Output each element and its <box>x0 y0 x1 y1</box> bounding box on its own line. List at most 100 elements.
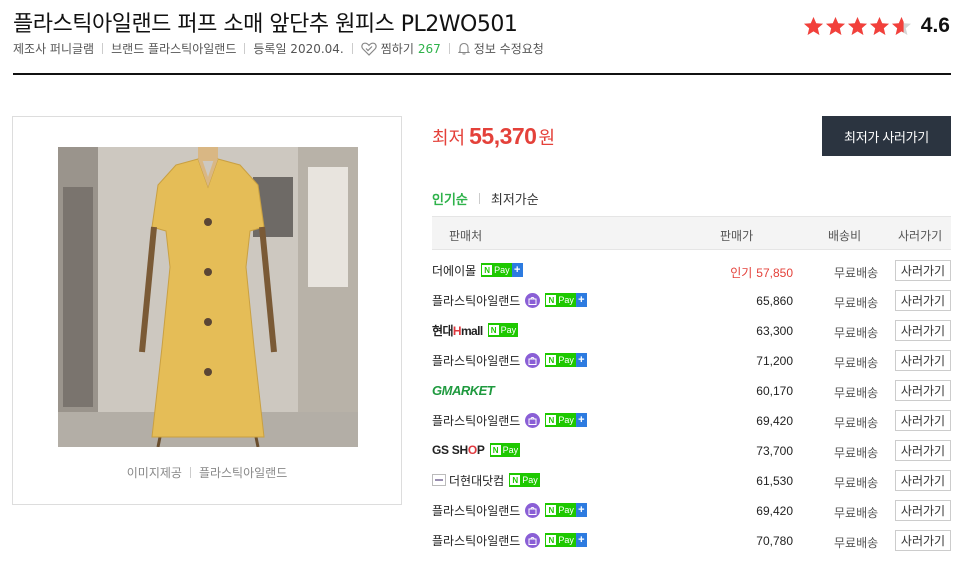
seller-name-link[interactable]: 플라스틱아일랜드 N Pay + <box>432 501 587 519</box>
shopping-bag-icon <box>525 352 541 368</box>
seller-name: 더에이몰 <box>432 263 477 278</box>
seller-name: 플라스틱아일랜드 <box>432 293 521 308</box>
naver-pay-badge: N Pay <box>545 413 576 427</box>
shipping-fee: 무료배송 <box>834 416 879 430</box>
header-buy: 사러가기 <box>898 229 943 243</box>
seller-name-link[interactable]: 더현대닷컴 N Pay <box>432 471 540 489</box>
star-icon <box>847 16 868 37</box>
naver-pay-n-icon: N <box>490 445 501 455</box>
seller-logo-gsshop: GS SHOP <box>432 443 485 457</box>
seller-name-link[interactable]: GS SHOP N Pay <box>432 441 521 459</box>
buy-button[interactable]: 사러가기 <box>895 290 951 311</box>
buy-button[interactable]: 사러가기 <box>895 530 951 551</box>
naver-pay-plus-icon: + <box>575 293 587 307</box>
seller-price[interactable]: 60,170 <box>756 384 793 398</box>
price-value: 61,530 <box>756 474 793 488</box>
thehyundai-logo-icon <box>432 474 446 486</box>
seller-price[interactable]: 63,300 <box>756 324 793 338</box>
image-provider-label: 이미지제공 <box>126 466 182 480</box>
table-row: 플라스틱아일랜드 N Pay +71,200 무료배송 사러가기 <box>432 345 951 375</box>
product-image-panel: 이미지제공 플라스틱아일랜드 <box>12 116 402 505</box>
meta-divider <box>351 43 353 54</box>
bell-icon <box>457 42 470 55</box>
seller-price[interactable]: 61,530 <box>756 474 793 488</box>
seller-name-link[interactable]: 플라스틱아일랜드 N Pay + <box>432 351 587 369</box>
naver-pay-label: Pay <box>558 415 574 425</box>
zzim-label: 찜하기 <box>380 42 414 56</box>
seller-name-link[interactable]: 현대Hmall N Pay <box>432 321 519 339</box>
sort-popular-tab[interactable]: 인기순 <box>432 189 468 208</box>
product-image[interactable] <box>58 147 358 447</box>
header-seller: 판매처 <box>449 229 483 243</box>
shipping-fee: 무료배송 <box>834 446 879 460</box>
seller-name-link[interactable]: 플라스틱아일랜드 N Pay + <box>432 291 587 309</box>
lowest-price: 최저 55,370 원 <box>432 123 555 150</box>
table-row: GMARKET 60,170 무료배송 사러가기 <box>432 375 951 405</box>
naver-pay-label: Pay <box>494 265 510 275</box>
star-icon <box>869 16 890 37</box>
seller-price[interactable]: 인기 57,850 <box>730 264 793 281</box>
image-caption: 이미지제공 플라스틱아일랜드 <box>13 464 401 481</box>
naver-pay-badge: N Pay <box>545 533 576 547</box>
seller-name-link[interactable]: 더에이몰 N Pay + <box>432 261 523 279</box>
price-value: 73,700 <box>756 444 793 458</box>
seller-name: 플라스틱아일랜드 <box>432 413 521 428</box>
shipping-fee: 무료배송 <box>834 536 879 550</box>
naver-pay-badge: N Pay <box>489 443 521 457</box>
buy-button[interactable]: 사러가기 <box>895 440 951 461</box>
report-button[interactable]: 정보 수정요청 <box>457 40 544 57</box>
seller-logo-gmarket: GMARKET <box>432 382 495 398</box>
seller-name-link[interactable]: GMARKET <box>432 381 495 399</box>
seller-name-link[interactable]: 플라스틱아일랜드 N Pay + <box>432 531 587 549</box>
zzim-count: 267 <box>417 41 441 56</box>
naver-pay-label: Pay <box>558 535 574 545</box>
seller-price[interactable]: 70,780 <box>756 534 793 548</box>
seller-price[interactable]: 69,420 <box>756 504 793 518</box>
meta-divider <box>244 43 246 54</box>
seller-price[interactable]: 65,860 <box>756 294 793 308</box>
shopping-bag-icon <box>525 532 541 548</box>
lowest-price-unit: 원 <box>538 128 556 149</box>
buy-button[interactable]: 사러가기 <box>895 380 951 401</box>
naver-pay-label: Pay <box>522 475 538 485</box>
price-value: 70,780 <box>756 534 793 548</box>
shopping-bag-icon <box>525 502 541 518</box>
price-value: 71,200 <box>756 354 793 368</box>
lowest-price-buy-button[interactable]: 최저가 사러가기 <box>822 116 951 156</box>
naver-pay-badge: N Pay <box>509 473 540 487</box>
buy-button[interactable]: 사러가기 <box>895 260 951 281</box>
shopping-bag-icon <box>525 292 541 308</box>
shipping-fee: 무료배송 <box>834 266 879 280</box>
seller-price[interactable]: 73,700 <box>756 444 793 458</box>
table-row: 현대Hmall N Pay 63,300 무료배송 사러가기 <box>432 315 951 345</box>
naver-pay-badge: N Pay <box>545 353 576 367</box>
naver-pay-badge: N Pay <box>487 323 519 337</box>
seller-name: 플라스틱아일랜드 <box>432 353 521 368</box>
zzim-button[interactable]: 찜하기 267 <box>361 40 441 57</box>
buy-button[interactable]: 사러가기 <box>895 500 951 521</box>
naver-pay-n-icon: N <box>488 325 499 335</box>
naver-pay-badge: N Pay <box>481 263 512 277</box>
buy-button[interactable]: 사러가기 <box>895 320 951 341</box>
naver-pay-label: Pay <box>558 355 574 365</box>
naver-pay-plus-icon: + <box>511 263 523 277</box>
table-row: 더현대닷컴 N Pay 61,530 무료배송 사러가기 <box>432 465 951 495</box>
table-row: 더에이몰 N Pay + 인기 57,850 무료배송 사러가기 <box>432 255 951 285</box>
naver-pay-plus-icon: + <box>575 353 587 367</box>
price-value: 57,850 <box>756 266 793 280</box>
buy-button[interactable]: 사러가기 <box>895 350 951 371</box>
seller-price[interactable]: 69,420 <box>756 414 793 428</box>
header-price: 판매가 <box>720 229 754 243</box>
caption-divider <box>189 467 191 478</box>
sort-lowest-tab[interactable]: 최저가순 <box>491 189 539 208</box>
title-divider <box>13 73 951 75</box>
buy-button[interactable]: 사러가기 <box>895 410 951 431</box>
meta-brand[interactable]: 브랜드 플라스틱아일랜드 <box>111 40 236 57</box>
buy-button[interactable]: 사러가기 <box>895 470 951 491</box>
naver-pay-badge: N Pay <box>545 503 576 517</box>
meta-maker: 제조사 퍼니글램 <box>13 42 95 56</box>
seller-price[interactable]: 71,200 <box>756 354 793 368</box>
naver-pay-n-icon: N <box>546 295 557 305</box>
naver-pay-n-icon: N <box>482 265 493 275</box>
seller-name-link[interactable]: 플라스틱아일랜드 N Pay + <box>432 411 587 429</box>
